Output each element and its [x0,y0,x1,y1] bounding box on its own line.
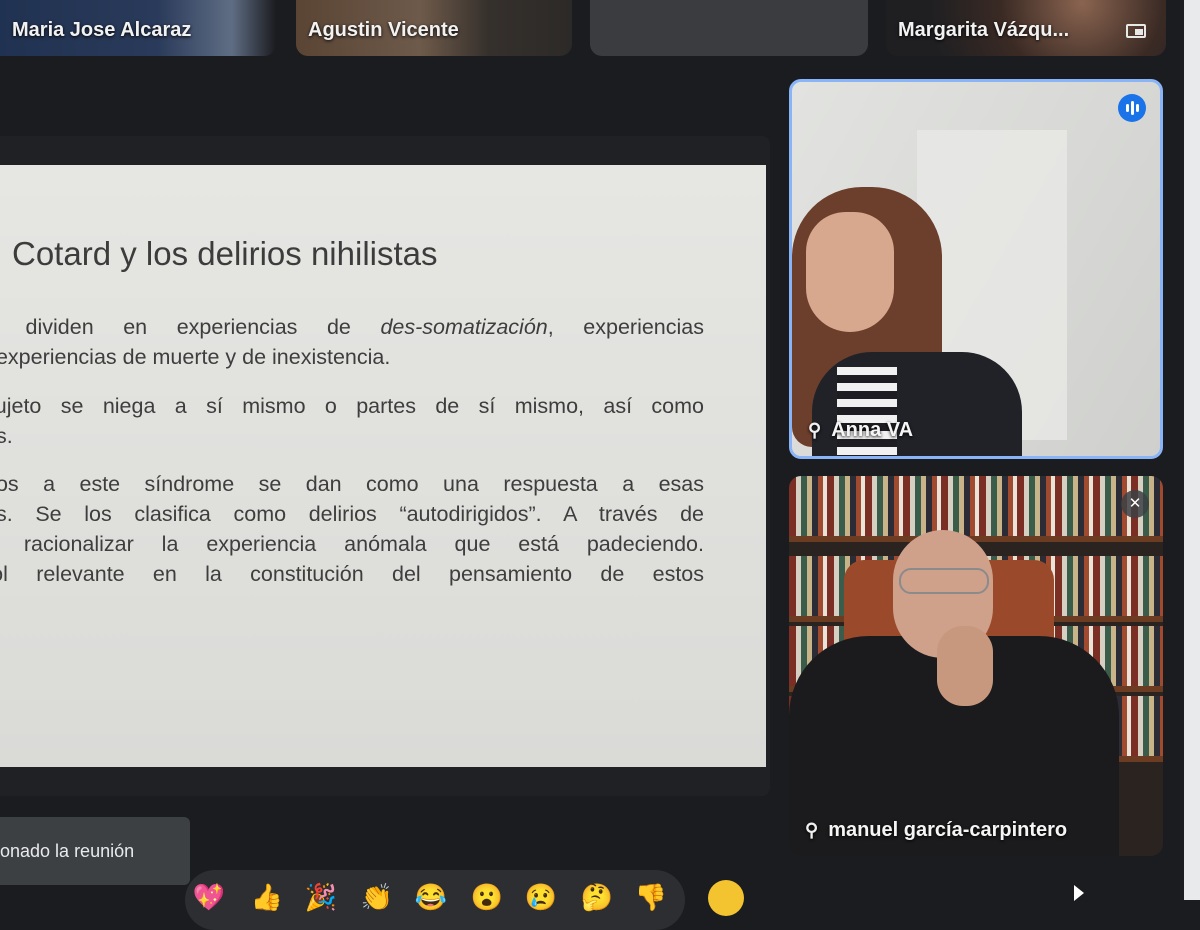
reaction-surprised-icon[interactable]: 😮 [470,880,504,914]
slide-paragraph-1: e dividen en experiencias de des-somatiz… [0,312,704,372]
slide-line: a racionalizar la experiencia anómala qu… [0,532,704,556]
reaction-heart-icon[interactable]: 💖 [192,880,226,914]
participant-tile-margarita[interactable]: Margarita Vázqu... [886,0,1166,56]
slide-line: es. [0,424,13,448]
video-tile-manuel[interactable]: ✕ ⚲ manuel garcía-carpintero [789,476,1163,856]
slide-line: as. Se los clasifica como delirios “auto… [0,502,704,526]
slide-paragraph-2: sujeto se niega a sí mismo o partes de s… [0,391,704,451]
raise-hand-icon[interactable] [708,880,744,916]
slide-line: rol relevante en la constitución del pen… [0,562,704,586]
video-tile-anna[interactable]: ⚲ Anna VA [789,79,1163,459]
video-person-hand [937,626,993,706]
reaction-sad-icon[interactable]: 😢 [524,880,558,914]
reaction-laugh-icon[interactable]: 😂 [414,880,448,914]
participant-name: Margarita Vázqu... [898,19,1070,41]
reaction-thumbs-up-icon[interactable]: 👍 [250,880,284,914]
slide-paragraph-3: dos a este síndrome se dan como una resp… [0,469,704,589]
slide-line: e dividen en experiencias de des-somatiz… [0,315,704,339]
slide-line: dos a este síndrome se dan como una resp… [0,472,704,496]
slide-line: sujeto se niega a sí mismo o partes de s… [0,394,704,418]
participant-tile-empty[interactable] [590,0,868,56]
reaction-party-icon[interactable]: 🎉 [304,880,338,914]
video-person-face [806,212,894,332]
pin-icon[interactable]: ⚲ [805,820,818,841]
pin-icon[interactable]: ⚲ [808,420,821,441]
reaction-thinking-icon[interactable]: 🤔 [580,880,614,914]
picture-in-picture-icon[interactable] [1126,24,1146,38]
video-tile-name: ⚲ Anna VA [808,419,914,441]
speaking-indicator-icon [1118,94,1146,122]
screen-edge [1184,0,1200,900]
participant-name: Maria Jose Alcaraz [12,19,192,41]
slide-title: Cotard y los delirios nihilistas [12,235,438,272]
video-person-shirt [837,367,897,456]
notification-text: onado la reunión [0,841,135,861]
mouse-cursor-icon [1074,885,1084,901]
bookshelf [789,476,1163,542]
join-notification: onado la reunión [0,817,190,885]
reaction-clap-icon[interactable]: 👏 [360,880,394,914]
participant-tile-agustin[interactable]: Agustin Vicente [296,0,572,56]
presentation-slide: Cotard y los delirios nihilistas e divid… [0,165,766,767]
reaction-thumbs-down-icon[interactable]: 👎 [634,880,668,914]
participant-name: Agustin Vicente [308,19,459,41]
mic-off-icon: ✕ [1121,490,1149,518]
slide-line: , experiencias de muerte y de inexistenc… [0,345,391,369]
video-tile-name: ⚲ manuel garcía-carpintero [805,819,1068,841]
participant-tile-maria[interactable]: Maria Jose Alcaraz [0,0,276,56]
glasses [899,568,989,594]
